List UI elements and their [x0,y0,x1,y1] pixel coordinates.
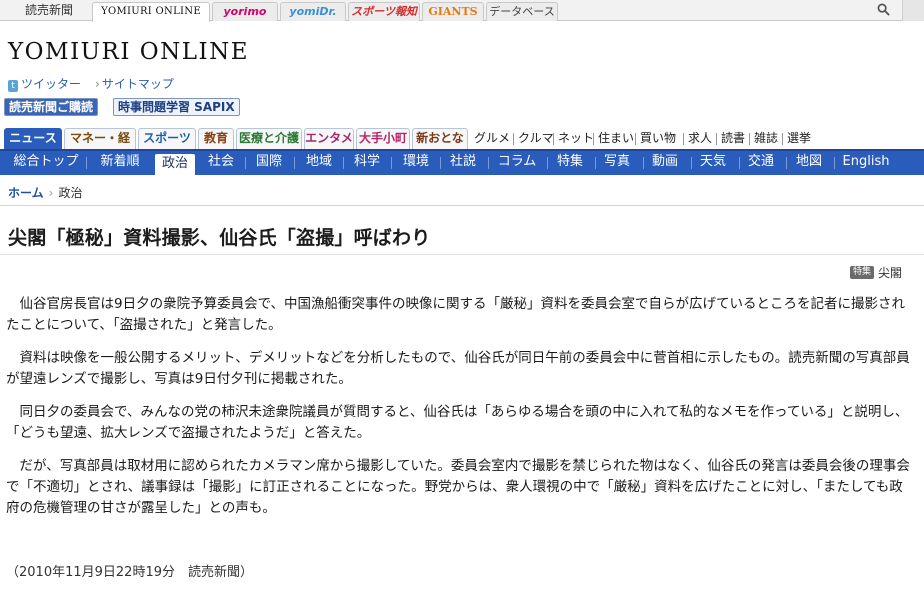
category-society[interactable]: 社会 [201,151,241,175]
portal-tab-yomiuri-online[interactable]: YOMIURI ONLINE [92,2,210,22]
portal-tab-database[interactable]: データベース [486,2,558,21]
genre-link-shopping[interactable]: 買い物 [640,128,676,149]
genre-nav: ニュース マネー・経済 スポーツ 教育 医療と介護 エンタメ 大手小町 新おとな… [0,128,924,164]
divider [643,157,644,169]
article-paragraph: 同日夕の委員会で、みんなの党の柿沢未途衆院議員が質問すると、仙谷氏は「あらゆる場… [6,404,909,441]
genre-tab-medical[interactable]: 医療と介護 [236,128,302,149]
portal-tab-yomidr[interactable]: yomiDr. [280,2,346,21]
divider [635,133,636,145]
divider [488,157,489,169]
twitter-label: ツイッター [21,77,82,91]
site-sublinks: t ツイッター › サイトマップ [8,75,174,92]
genre-tab-komachi[interactable]: 大手小町 [356,128,410,149]
category-traffic[interactable]: 交通 [741,151,781,175]
breadcrumb-home[interactable]: ホーム [8,186,44,200]
feature-tag[interactable]: 特集 尖閣 [849,264,902,281]
divider [440,157,441,169]
arrow-icon: › [95,77,100,91]
scrollbar-stub[interactable] [902,0,924,21]
genre-tab-money[interactable]: マネー・経済 [64,128,136,164]
divider [553,133,554,145]
divider [0,205,924,206]
divider [343,157,344,169]
portal-bar: 読売新聞 YOMIURI ONLINE yorimo yomiDr. スポーツ報… [0,0,924,22]
search-icon[interactable] [877,3,890,16]
article-paragraph: 資料は映像を一般公開するメリット、デメリットなどを分析したもので、仙谷氏が同日午… [6,350,910,387]
category-weather[interactable]: 天気 [693,151,733,175]
category-environment[interactable]: 環境 [396,151,436,175]
portal-tab-giants[interactable]: GIANTS [422,2,484,21]
divider [739,157,740,169]
category-photo[interactable]: 写真 [597,151,637,175]
sapix-button[interactable]: 時事問題学習 SAPIX [113,98,240,116]
genre-link-car[interactable]: クルマ [518,128,554,149]
genre-tab-sports[interactable]: スポーツ [138,128,196,149]
divider [0,254,924,255]
category-video[interactable]: 動画 [645,151,685,175]
category-region[interactable]: 地域 [299,151,339,175]
portal-tab-yorimo[interactable]: yorimo [212,2,278,21]
category-editorial[interactable]: 社説 [443,151,483,175]
divider [86,157,87,169]
divider [391,157,392,169]
divider [834,157,835,169]
divider [547,157,548,169]
article-headline: 尖閣「極秘」資料撮影、仙谷氏「盗撮」呼ばわり [8,227,431,249]
category-column[interactable]: コラム [492,151,542,175]
divider [593,133,594,145]
portal-tab-sports-hochi[interactable]: スポーツ報知 [348,2,420,21]
breadcrumb-current: 政治 [58,186,83,200]
article-paragraph: 仙谷官房長官は9日夕の衆院予算委員会で、中国漁船衝突事件の映像に関する「厳秘」資… [6,296,906,333]
breadcrumb: ホーム › 政治 [8,184,82,201]
article-body: 仙谷官房長官は9日夕の衆院予算委員会で、中国漁船衝突事件の映像に関する「厳秘」資… [6,294,916,531]
twitter-link[interactable]: t ツイッター [8,75,81,92]
category-latest[interactable]: 新着順 [92,151,148,175]
genre-link-housing[interactable]: 住まい [598,128,634,149]
twitter-icon: t [8,80,18,92]
genre-link-books[interactable]: 読書 [721,128,745,149]
portal-tab-yomiuri-shimbun[interactable]: 読売新聞 [6,2,92,21]
divider [782,133,783,145]
genre-tab-entertainment[interactable]: エンタメ [304,128,354,149]
divider [683,133,684,145]
genre-tab-otona[interactable]: 新おとな [412,128,468,149]
category-science[interactable]: 科学 [347,151,387,175]
divider [294,157,295,169]
category-feature[interactable]: 特集 [550,151,590,175]
genre-link-gourmet[interactable]: グルメ [474,128,510,149]
feature-badge: 特集 [849,266,874,279]
divider [513,133,514,145]
genre-link-elections[interactable]: 選挙 [787,128,811,149]
sitemap-link[interactable]: › サイトマップ [95,75,174,92]
category-map[interactable]: 地図 [789,151,829,175]
genre-link-magazines[interactable]: 雑誌 [754,128,778,149]
site-logo[interactable]: YOMIURI ONLINE [8,39,249,65]
category-top[interactable]: 総合トップ [10,151,82,175]
article-paragraph: だが、写真部員は取材用に認められたカメラマン席から撮影していた。委員会室内で撮影… [6,458,910,516]
category-bar: 総合トップ 新着順 政治 社会 国際 地域 科学 環境 社説 コラム 特集 写真… [0,149,924,175]
divider [786,157,787,169]
genre-link-jobs[interactable]: 求人 [688,128,712,149]
genre-tab-news[interactable]: ニュース [4,128,62,149]
genre-tab-education[interactable]: 教育 [198,128,234,149]
article-dateline: （2010年11月9日22時19分 読売新聞） [6,565,253,580]
sitemap-label: サイトマップ [101,77,174,91]
category-english[interactable]: English [836,151,896,175]
divider [749,133,750,145]
divider [716,133,717,145]
divider [245,157,246,169]
category-world[interactable]: 国際 [249,151,289,175]
chevron-right-icon: › [48,186,54,200]
divider [595,157,596,169]
subscribe-button[interactable]: 読売新聞ご購読 [4,98,99,116]
category-politics[interactable]: 政治 [155,154,195,175]
feature-tag-label: 尖閣 [877,266,902,280]
divider [691,157,692,169]
genre-link-net[interactable]: ネット [558,128,594,149]
